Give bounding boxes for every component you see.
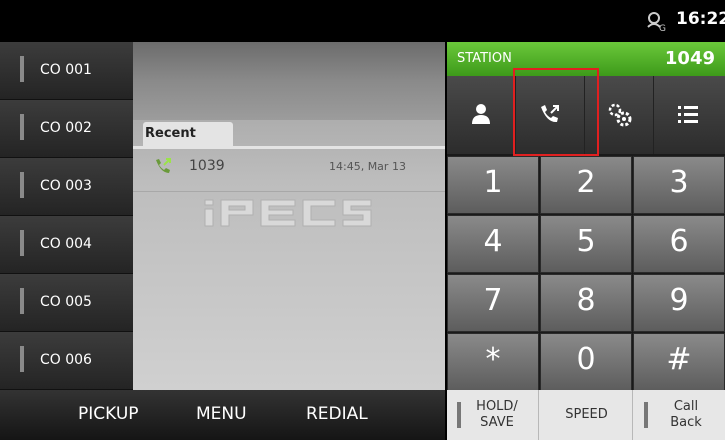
softkey-bar: PICKUP MENU REDIAL <box>0 390 445 440</box>
co-line-button-5[interactable]: CO 005 <box>0 274 133 332</box>
line-status-indicator <box>20 56 24 82</box>
co-line-button-3[interactable]: CO 003 <box>0 158 133 216</box>
co-line-button-6[interactable]: CO 006 <box>0 332 133 390</box>
hold-label: HOLD/ <box>476 399 518 414</box>
recent-call-row[interactable]: 1039 14:45, Mar 13 <box>133 152 445 192</box>
key-indicator <box>644 402 648 428</box>
co-line-button-2[interactable]: CO 002 <box>0 100 133 158</box>
co-line-button-1[interactable]: CO 001 <box>0 42 133 100</box>
line-status-indicator <box>20 288 24 314</box>
line-status-indicator <box>20 230 24 256</box>
status-bar: G 16:22 <box>0 0 725 40</box>
co-line-label: CO 002 <box>40 120 92 136</box>
key-8[interactable]: 8 <box>540 274 632 332</box>
pickup-button[interactable]: PICKUP <box>78 404 139 424</box>
recent-call-number: 1039 <box>189 158 225 174</box>
speed-label: SPEED <box>565 407 608 422</box>
co-line-label: CO 004 <box>40 236 92 252</box>
key-label: 2 <box>576 165 596 200</box>
key-2[interactable]: 2 <box>540 156 632 214</box>
key-label: 4 <box>483 224 503 259</box>
contacts-button[interactable] <box>447 76 516 154</box>
list-button[interactable] <box>654 76 723 154</box>
key-label: 1 <box>483 165 503 200</box>
tab-recent[interactable]: Recent <box>143 122 233 146</box>
key-label: 5 <box>576 224 596 259</box>
key-star[interactable]: * <box>447 333 539 391</box>
redial-button[interactable]: REDIAL <box>306 404 368 424</box>
speed-button[interactable]: SPEED <box>540 390 633 440</box>
clock: 16:22 <box>676 9 725 29</box>
key-7[interactable]: 7 <box>447 274 539 332</box>
svg-text:G: G <box>659 24 666 32</box>
co-line-label: CO 003 <box>40 178 92 194</box>
key-label: 9 <box>669 283 689 318</box>
key-0[interactable]: 0 <box>540 333 632 391</box>
tab-recent-label: Recent <box>145 126 196 141</box>
call-back-button[interactable]: Call Back <box>634 390 725 440</box>
recent-call-time: 14:45, Mar 13 <box>329 160 406 173</box>
key-6[interactable]: 6 <box>633 215 725 273</box>
station-label: STATION <box>457 51 512 66</box>
line-status-indicator <box>20 114 24 140</box>
key-4[interactable]: 4 <box>447 215 539 273</box>
contacts-icon <box>472 104 490 124</box>
co-line-label: CO 005 <box>40 294 92 310</box>
feature-key-bar: HOLD/ SAVE SPEED Call Back <box>447 390 725 440</box>
key-label: 6 <box>669 224 689 259</box>
key-label: * <box>485 342 501 377</box>
tab-underline <box>133 146 445 149</box>
co-line-button-4[interactable]: CO 004 <box>0 216 133 274</box>
hold-save-button[interactable]: HOLD/ SAVE <box>447 390 539 440</box>
list-icon <box>678 106 698 123</box>
outgoing-call-icon <box>156 158 171 173</box>
key-indicator <box>457 402 461 428</box>
key-label: # <box>666 342 692 377</box>
settings-icon <box>608 103 632 127</box>
line-status-indicator <box>20 172 24 198</box>
save-label: SAVE <box>480 415 514 430</box>
panel-header-strip <box>133 42 445 120</box>
ipecs-logo <box>203 197 373 238</box>
key-label: 7 <box>483 283 503 318</box>
key-1[interactable]: 1 <box>447 156 539 214</box>
line-status-indicator <box>20 346 24 372</box>
co-line-label: CO 006 <box>40 352 92 368</box>
key-5[interactable]: 5 <box>540 215 632 273</box>
key-hash[interactable]: # <box>633 333 725 391</box>
call-label: Call <box>673 399 699 414</box>
key-label: 8 <box>576 283 596 318</box>
station-number: 1049 <box>664 48 715 69</box>
menu-button[interactable]: MENU <box>196 404 247 424</box>
key-label: 0 <box>576 342 596 377</box>
key-9[interactable]: 9 <box>633 274 725 332</box>
highlight-box <box>513 68 599 156</box>
recent-panel: Recent 1039 14:45, Mar 13 <box>133 42 445 390</box>
key-label: 3 <box>669 165 689 200</box>
co-line-label: CO 001 <box>40 62 92 78</box>
network-g-icon: G <box>647 12 666 32</box>
back-label: Back <box>670 415 702 430</box>
co-line-column: CO 001 CO 002 CO 003 CO 004 CO 005 CO 00… <box>0 42 133 390</box>
key-3[interactable]: 3 <box>633 156 725 214</box>
